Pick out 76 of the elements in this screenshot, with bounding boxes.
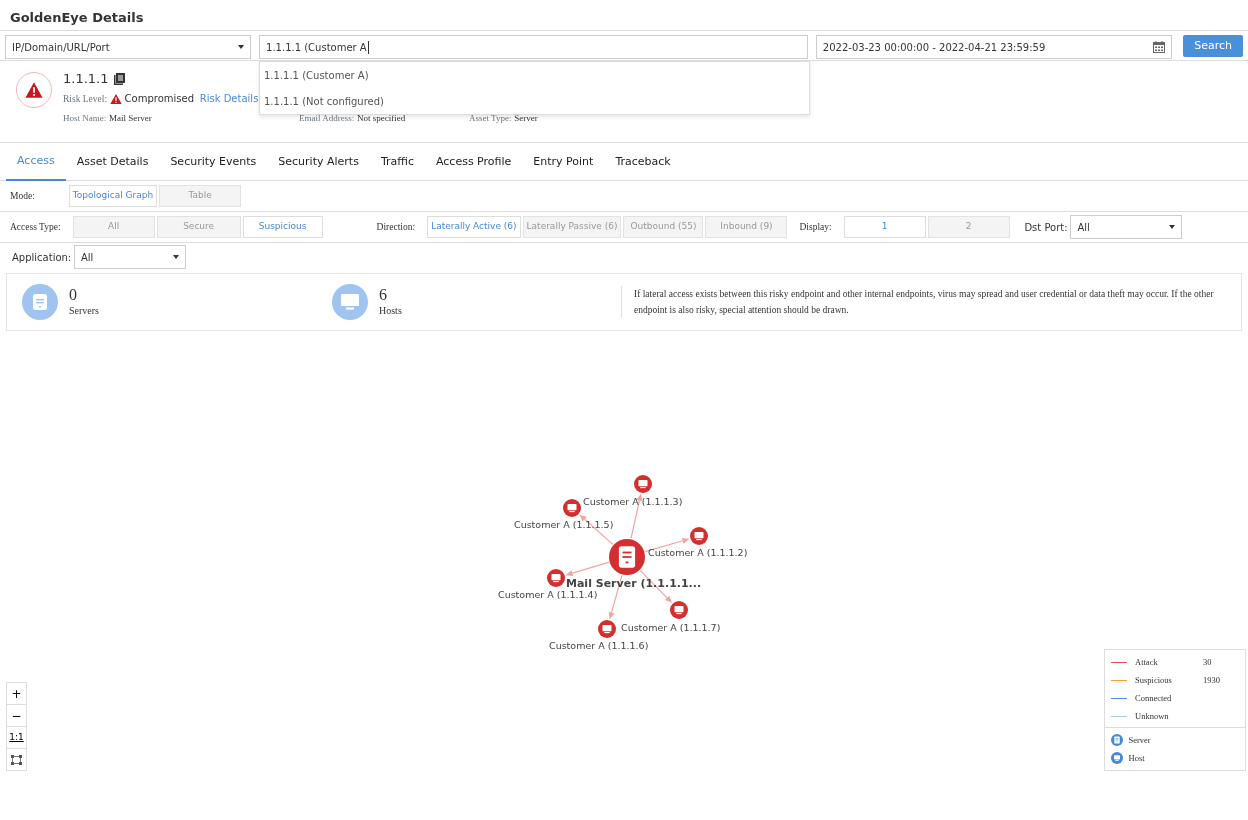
legend-label: Unknown [1135, 709, 1170, 723]
segment-option[interactable]: Laterally Active (6) [427, 216, 521, 238]
tab[interactable]: Security Alerts [267, 143, 370, 181]
server-icon [1111, 734, 1123, 746]
tab[interactable]: Access Profile [424, 143, 523, 181]
date-range-field[interactable]: 2022-03-23 00:00:00 - 2022-04-21 23:59:59 [815, 35, 1173, 59]
host-node[interactable] [634, 475, 652, 493]
warning-icon [109, 92, 122, 105]
legend-label: Suspicious [1135, 673, 1173, 687]
field-value: Not specified [357, 111, 406, 125]
filter-label: Mode: [10, 189, 35, 203]
node-label: Customer A (1.1.1.6) [549, 640, 649, 651]
risk-details-link[interactable]: Risk Details [199, 91, 259, 107]
description-text: If lateral access exists between this risky endpoint and other internal endpoints, virus may spread and user credential or data theft may occur. If the other endpoint is also risky, special attention should be drawn. [621, 285, 1241, 319]
segment-option[interactable]: Topological Graph [68, 185, 158, 207]
tab[interactable]: Traceback [604, 143, 682, 181]
filter-label: Application: [12, 250, 72, 265]
stat-label: Hosts [379, 303, 402, 318]
legend-count: 1930 [1203, 673, 1220, 687]
node-label: Customer A (1.1.1.2) [648, 547, 748, 558]
node-label: Mail Server (1.1.1.1... [566, 577, 702, 590]
dst-port-select[interactable]: All [1070, 215, 1183, 239]
legend-label: Connected [1135, 691, 1173, 705]
node-label: Customer A (1.1.1.4) [498, 589, 598, 600]
search-type-select[interactable]: IP/Domain/URL/Port [5, 35, 252, 59]
host-icon [1111, 752, 1123, 764]
host-node[interactable] [563, 499, 581, 517]
node-label: Customer A (1.1.1.5) [514, 519, 614, 530]
field-value: Server [514, 111, 538, 125]
tab[interactable]: Access [6, 143, 66, 181]
stat-count: 0 [69, 286, 78, 303]
node-label: Customer A (1.1.1.3) [583, 496, 683, 507]
stat-label: Servers [69, 303, 99, 318]
tab[interactable]: Security Events [159, 143, 268, 181]
copy-icon[interactable] [114, 72, 125, 85]
filter-label: Direction: [376, 220, 416, 234]
segment-option[interactable]: 1 [843, 216, 926, 238]
field-label: Asset Type: [469, 111, 512, 125]
host-node[interactable] [547, 569, 565, 587]
tab[interactable]: Entry Point [522, 143, 605, 181]
tab[interactable]: Traffic [369, 143, 425, 181]
fit-view-button[interactable] [6, 748, 27, 771]
field-label: Host Name: [63, 111, 107, 125]
server-node[interactable] [609, 539, 645, 575]
segment-option[interactable]: Suspicious [242, 216, 323, 238]
filter-label: Dst Port: [1024, 220, 1068, 235]
host-node[interactable] [670, 601, 688, 619]
legend-label: Server [1128, 733, 1151, 747]
zoom-in-button[interactable]: + [6, 682, 27, 705]
legend-label: Attack [1135, 655, 1159, 669]
filter-label: Display: [799, 220, 832, 234]
host-node[interactable] [690, 527, 708, 545]
zoom-out-button[interactable]: − [6, 704, 27, 727]
tab[interactable]: Asset Details [65, 143, 160, 181]
legend-count: 30 [1203, 655, 1212, 669]
field-label: Email Address: [299, 111, 355, 125]
server-stat-icon [22, 284, 58, 320]
host-stat-icon [332, 284, 368, 320]
search-field[interactable]: 1.1.1.1 (Customer A [259, 35, 808, 59]
asset-name: 1.1.1.1 [63, 70, 109, 88]
node-label: Customer A (1.1.1.7) [621, 622, 721, 633]
host-node[interactable] [598, 620, 616, 638]
application-select[interactable]: All [74, 245, 186, 269]
risk-status: Compromised [124, 92, 194, 107]
field-value: Mail Server [109, 111, 152, 125]
legend-label: Host [1128, 751, 1145, 765]
suggestion-item[interactable]: 1.1.1.1 (Not configured) [260, 88, 809, 114]
fit-view-icon[interactable] [11, 755, 22, 765]
stat-count: 6 [379, 286, 388, 303]
suggestion-item[interactable]: 1.1.1.1 (Customer A) [260, 62, 809, 88]
actual-size-button[interactable]: 1:1 [6, 726, 27, 749]
warning-icon [25, 80, 43, 99]
page-title: GoldenEye Details [0, 0, 1248, 31]
calendar-icon[interactable] [1153, 41, 1166, 53]
field-label: Risk Level: [63, 92, 108, 106]
filter-label: Access Type: [10, 220, 61, 234]
